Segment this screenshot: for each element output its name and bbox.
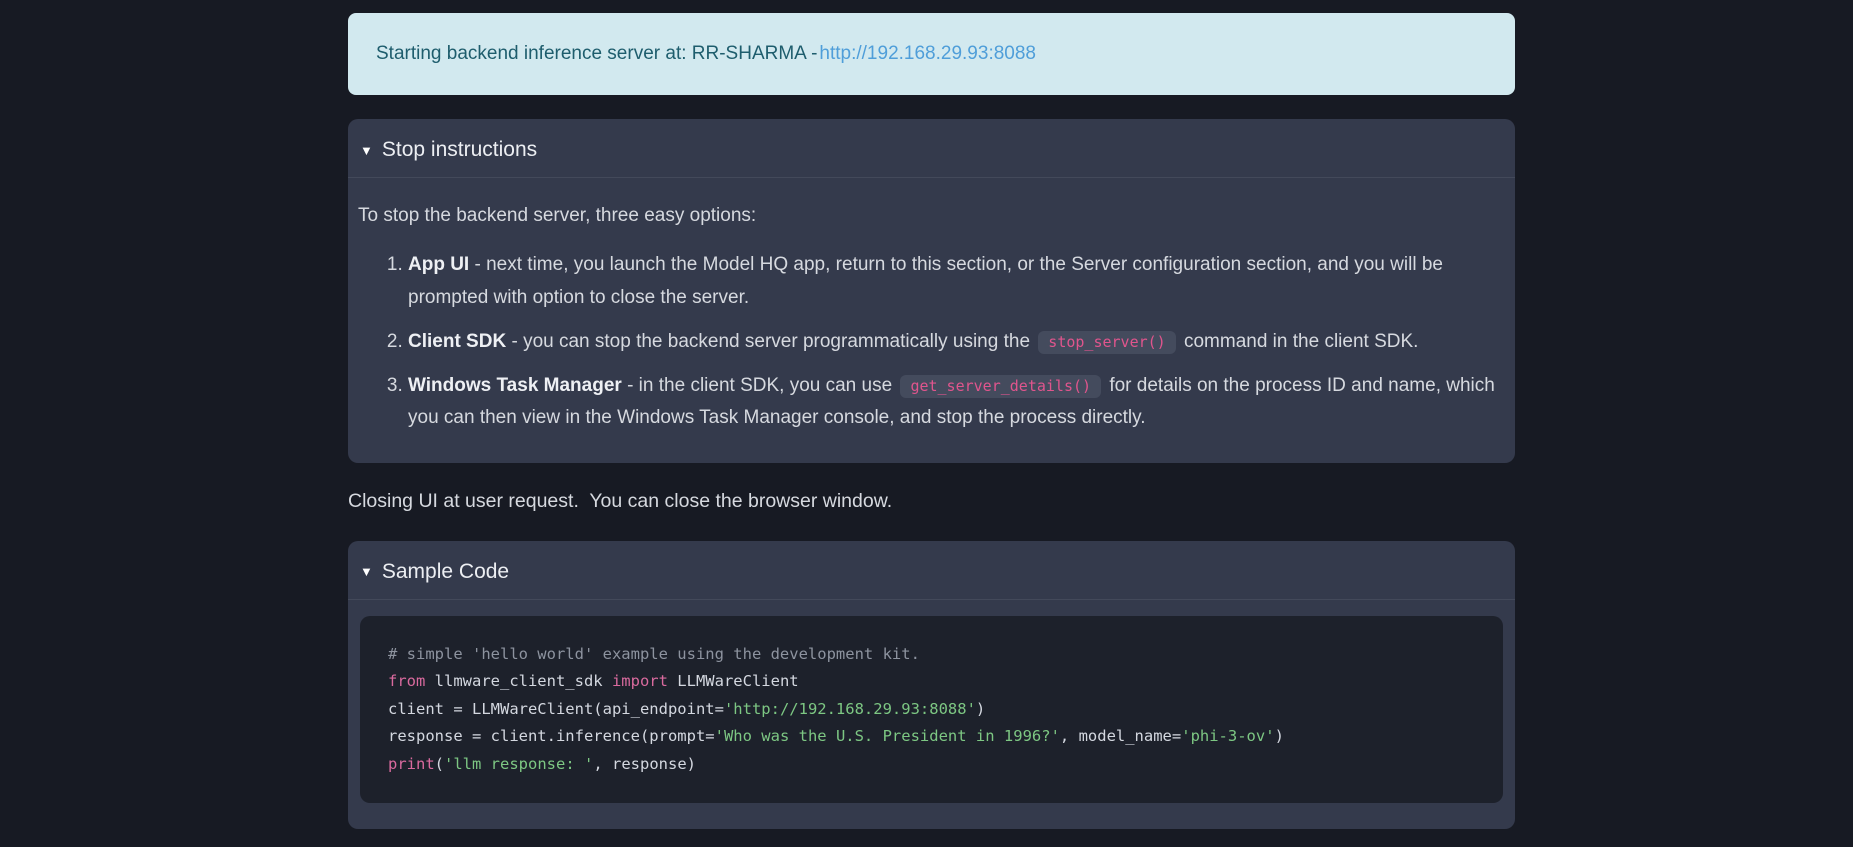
page-root: Starting backend inference server at: RR…	[348, 13, 1515, 829]
code-block-container: # simple 'hello world' example using the…	[348, 600, 1515, 804]
code-line: response = client.inference(prompt='Who …	[388, 723, 1475, 751]
sample-code-title: Sample Code	[382, 560, 509, 584]
code-line: client = LLMWareClient(api_endpoint='htt…	[388, 696, 1475, 724]
stop-options-list: App UI - next time, you launch the Model…	[358, 249, 1501, 434]
server-status-text: Starting backend inference server at: RR…	[376, 43, 817, 65]
server-status-banner: Starting backend inference server at: RR…	[348, 13, 1515, 95]
server-url-link[interactable]: http://192.168.29.93:8088	[819, 43, 1036, 65]
stop-instructions-toggle[interactable]: ▼ Stop instructions	[348, 119, 1515, 178]
stop-option-label: App UI	[408, 254, 469, 275]
code-block: # simple 'hello world' example using the…	[360, 616, 1503, 804]
triangle-down-icon: ▼	[360, 565, 373, 578]
sample-code-toggle[interactable]: ▼ Sample Code	[348, 541, 1515, 600]
code-line: print('llm response: ', response)	[388, 751, 1475, 779]
code-line: from llmware_client_sdk import LLMWareCl…	[388, 668, 1475, 696]
code-line: # simple 'hello world' example using the…	[388, 641, 1475, 669]
inline-code: get_server_details()	[900, 375, 1101, 398]
stop-instructions-card: ▼ Stop instructions To stop the backend …	[348, 119, 1515, 463]
stop-intro-text: To stop the backend server, three easy o…	[358, 200, 1501, 232]
sample-code-card: ▼ Sample Code # simple 'hello world' exa…	[348, 541, 1515, 830]
stop-option-item: App UI - next time, you launch the Model…	[408, 249, 1501, 314]
stop-option-item: Windows Task Manager - in the client SDK…	[408, 370, 1501, 435]
triangle-down-icon: ▼	[360, 144, 373, 157]
stop-instructions-title: Stop instructions	[382, 138, 537, 162]
stop-option-label: Windows Task Manager	[408, 375, 622, 396]
closing-note: Closing UI at user request. You can clos…	[348, 490, 1515, 513]
stop-option-label: Client SDK	[408, 331, 506, 352]
stop-option-item: Client SDK - you can stop the backend se…	[408, 326, 1501, 358]
inline-code: stop_server()	[1038, 331, 1175, 354]
stop-instructions-body: To stop the backend server, three easy o…	[348, 178, 1515, 463]
